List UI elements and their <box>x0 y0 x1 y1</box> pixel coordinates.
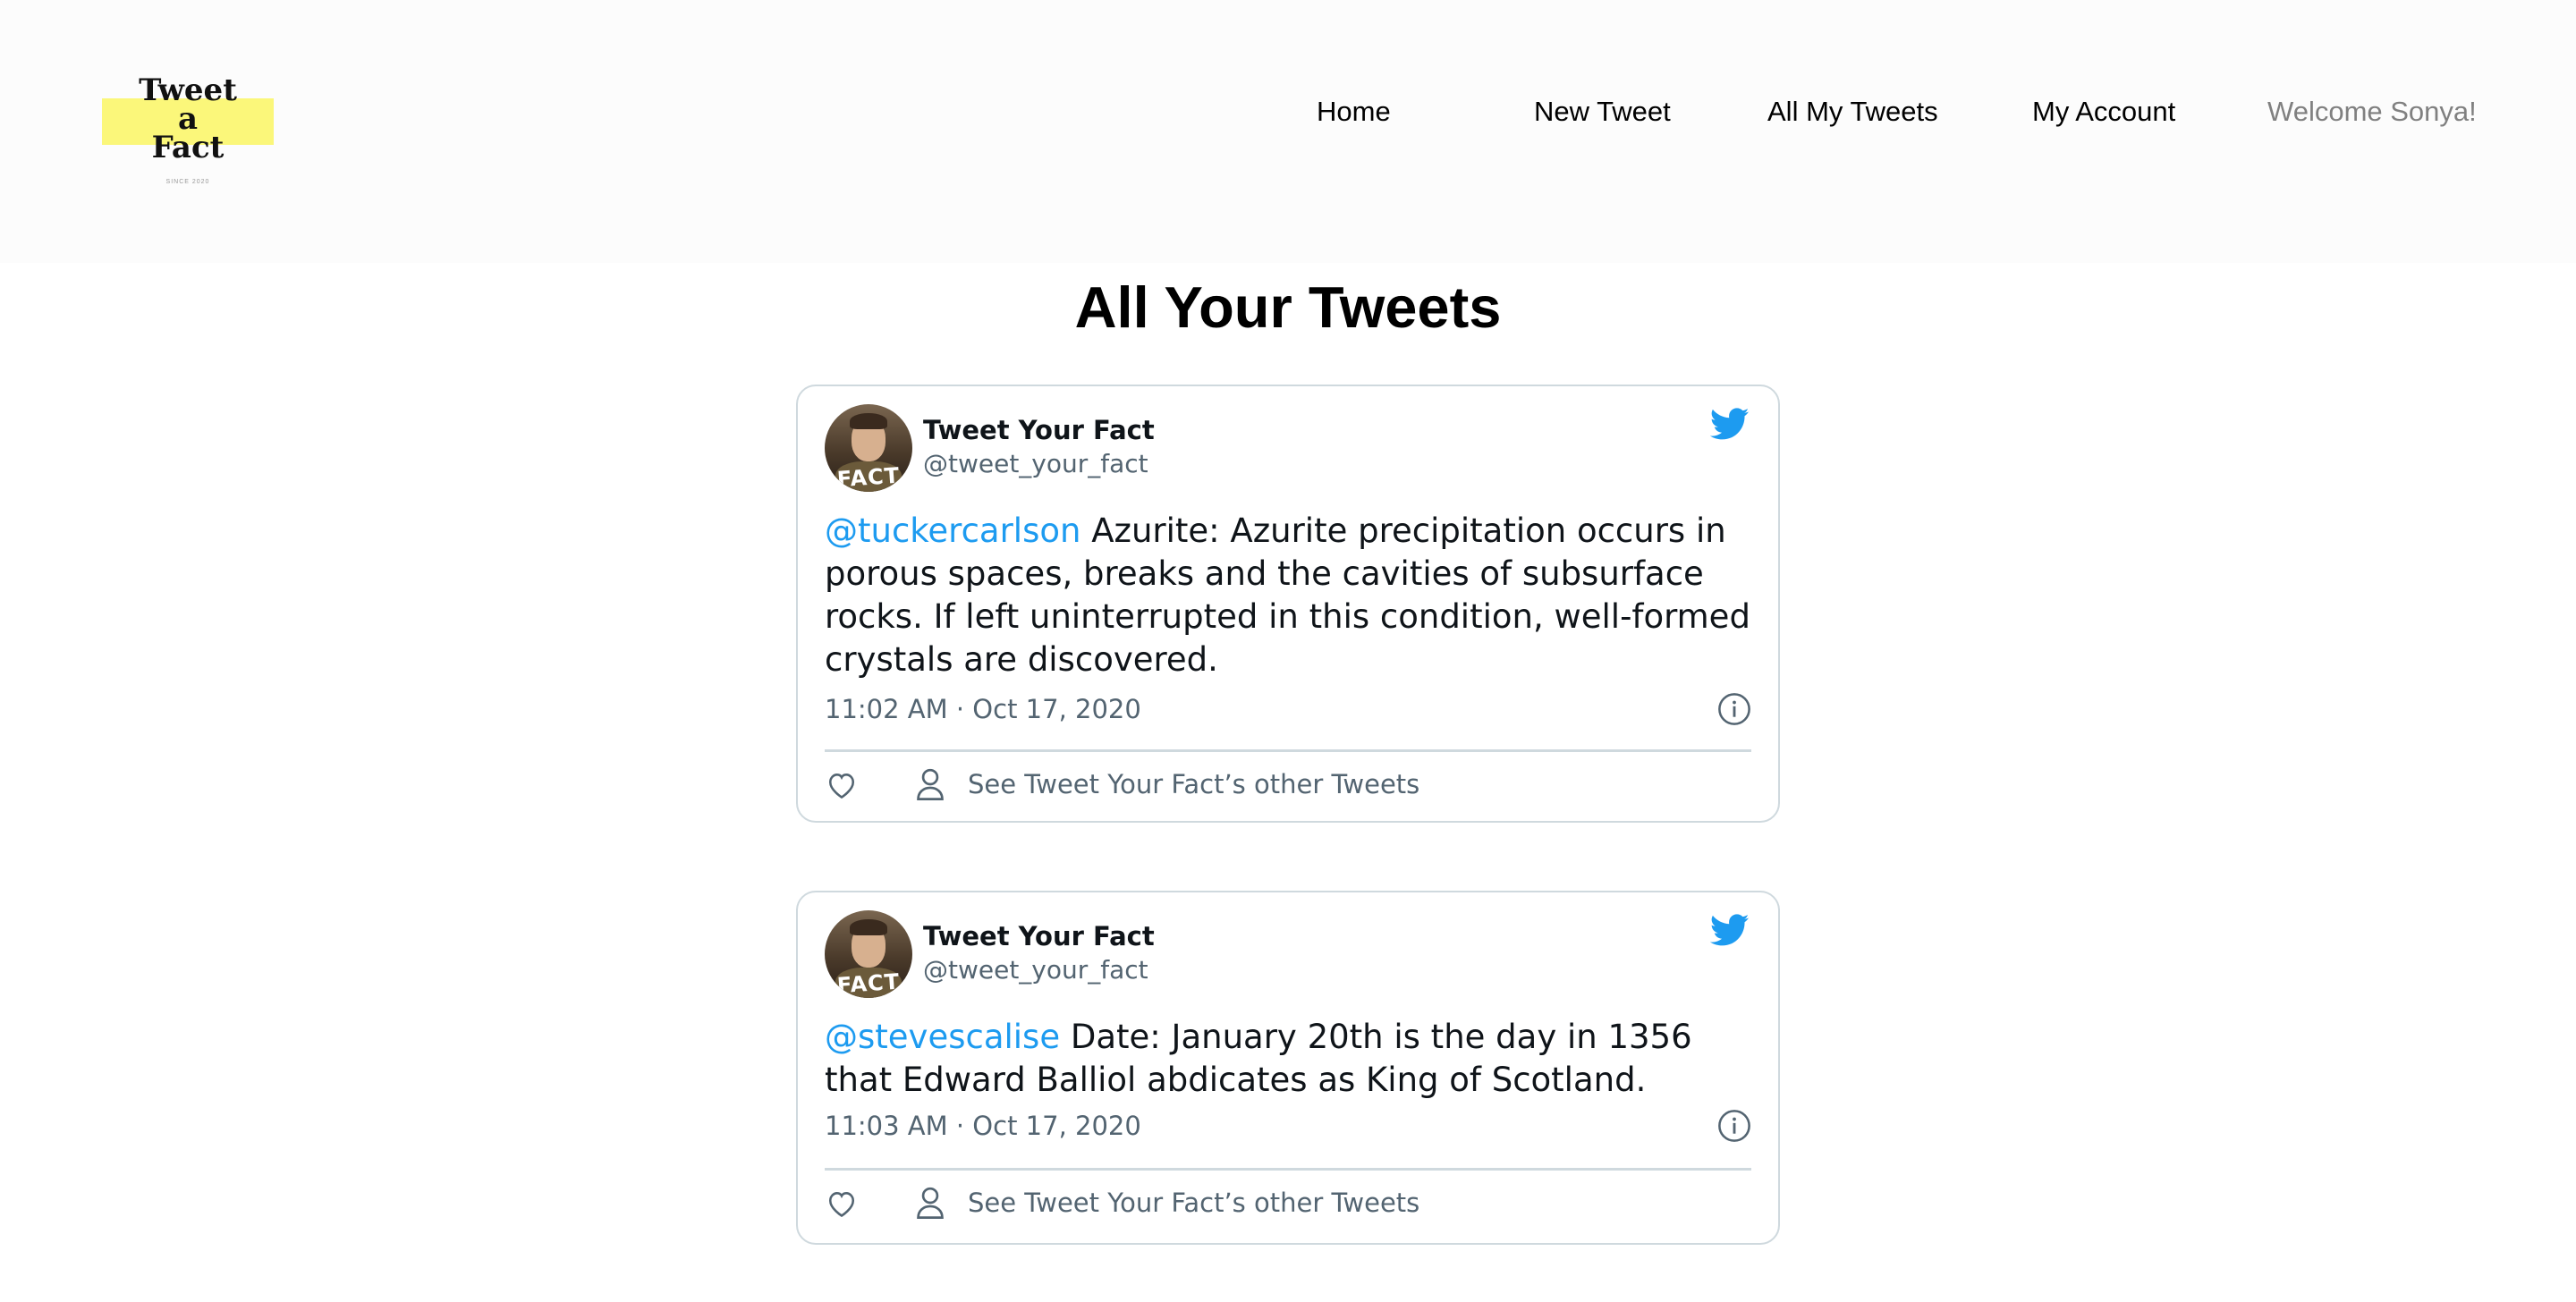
mention-link[interactable]: @stevescalise <box>825 1018 1060 1056</box>
info-icon[interactable] <box>1717 1109 1751 1143</box>
tweet-card: FACT Tweet Your Fact @tweet_your_fact @s… <box>796 891 1780 1245</box>
tweet-timestamp[interactable]: 11:03 AM · Oct 17, 2020 <box>825 1111 1141 1141</box>
top-navigation-bar: Tweet a Fact SINCE 2020 Home New Tweet A… <box>0 0 2576 263</box>
heart-icon[interactable] <box>825 1188 859 1220</box>
tweet-card: FACT Tweet Your Fact @tweet_your_fact @t… <box>796 385 1780 823</box>
twitter-bird-icon[interactable] <box>1708 910 1751 950</box>
person-icon <box>917 768 944 800</box>
divider <box>825 1168 1751 1171</box>
account-handle[interactable]: @tweet_your_fact <box>923 449 1148 478</box>
tweet-a-fact-logo[interactable]: Tweet a Fact SINCE 2020 <box>102 75 274 191</box>
tweet-text: @stevescalise Date: January 20th is the … <box>825 1016 1755 1102</box>
account-handle[interactable]: @tweet_your_fact <box>923 955 1148 985</box>
avatar-label: FACT <box>835 968 901 998</box>
avatar-hair <box>850 413 887 429</box>
avatar[interactable]: FACT <box>825 404 912 492</box>
avatar[interactable]: FACT <box>825 910 912 998</box>
nav-link-my-account[interactable]: My Account <box>2032 96 2175 128</box>
page-title: All Your Tweets <box>1074 275 1502 340</box>
person-icon <box>917 1187 944 1219</box>
divider <box>825 749 1751 752</box>
account-name[interactable]: Tweet Your Fact <box>923 415 1155 445</box>
heart-icon[interactable] <box>825 769 859 801</box>
avatar-label: FACT <box>835 462 901 492</box>
see-other-tweets-link[interactable]: See Tweet Your Fact’s other Tweets <box>968 1188 1419 1218</box>
welcome-message: Welcome Sonya! <box>2267 96 2477 127</box>
account-name[interactable]: Tweet Your Fact <box>923 921 1155 951</box>
tweet-timestamp[interactable]: 11:02 AM · Oct 17, 2020 <box>825 694 1141 724</box>
logo-word-fact: Fact <box>151 130 225 165</box>
tweet-text: @tuckercarlson Azurite: Azurite precipit… <box>825 510 1755 681</box>
nav-link-home[interactable]: Home <box>1317 96 1391 128</box>
twitter-bird-icon[interactable] <box>1708 404 1751 444</box>
mention-link[interactable]: @tuckercarlson <box>825 512 1080 550</box>
nav-link-all-my-tweets[interactable]: All My Tweets <box>1767 96 1938 128</box>
nav-link-new-tweet[interactable]: New Tweet <box>1534 96 1671 128</box>
logo-tagline: SINCE 2020 <box>165 179 210 185</box>
avatar-hair <box>850 919 887 935</box>
see-other-tweets-link[interactable]: See Tweet Your Fact’s other Tweets <box>968 769 1419 799</box>
info-icon[interactable] <box>1717 692 1751 726</box>
